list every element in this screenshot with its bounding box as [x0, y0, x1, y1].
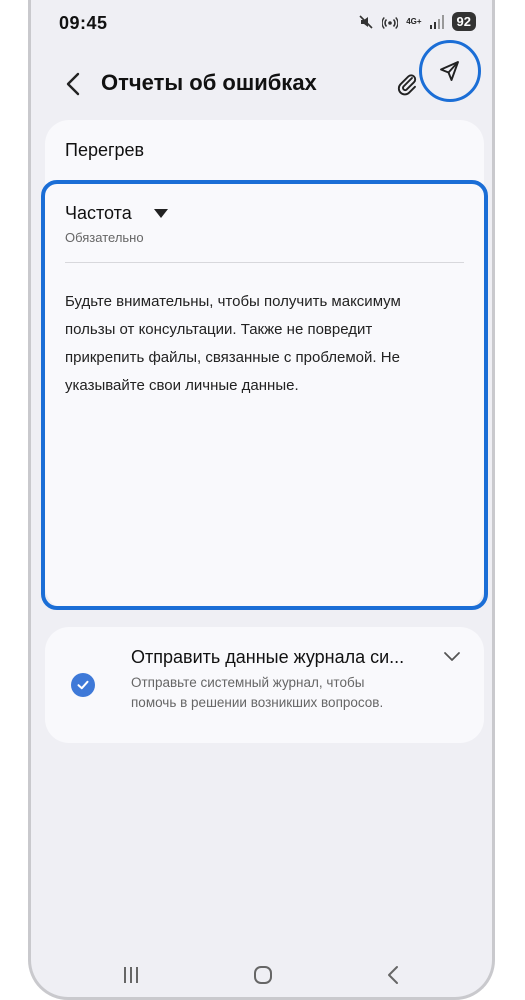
page-title: Отчеты об ошибках	[101, 70, 317, 95]
recents-button[interactable]	[111, 963, 151, 987]
battery-icon: 92	[451, 12, 476, 31]
mute-icon	[358, 14, 374, 30]
signal-icon	[429, 14, 444, 29]
recents-icon	[124, 967, 138, 983]
back-nav-icon	[388, 966, 398, 984]
frequency-label: Частота	[65, 203, 132, 223]
back-icon	[66, 72, 80, 96]
divider	[65, 262, 464, 263]
attach-button[interactable]	[393, 70, 421, 98]
dropdown-arrow-icon	[153, 209, 168, 218]
frequency-dropdown[interactable]: Частота	[65, 203, 168, 224]
status-icons: 4G+ 92	[358, 12, 476, 31]
send-log-description: Отправьте системный журнал, чтобы помочь…	[131, 675, 384, 710]
app-header: Отчеты об ошибках	[31, 40, 492, 116]
frequency-required-label: Обязательно	[65, 230, 144, 245]
system-log-card: Отправить данные журнала си... Отправьте…	[45, 627, 484, 743]
checkmark-icon	[77, 680, 89, 690]
subject-field[interactable]: Перегрев	[65, 140, 144, 161]
home-button[interactable]	[243, 963, 283, 987]
status-bar: 09:45 4G+ 92	[31, 0, 492, 48]
send-log-checkbox[interactable]	[71, 673, 95, 697]
phone-screen: 09:45 4G+ 92 Отчеты об ошибках Перегрев …	[28, 0, 495, 1000]
navigation-bar	[31, 955, 492, 995]
paperclip-icon	[397, 74, 417, 96]
description-field[interactable]: Будьте внимательны, чтобы получить макси…	[65, 288, 445, 400]
send-log-title: Отправить данные журнала си...	[131, 647, 405, 667]
expand-button[interactable]	[440, 647, 464, 667]
network-type-label: 4G+	[406, 16, 422, 26]
hotspot-icon	[382, 14, 399, 30]
chevron-down-icon	[444, 652, 460, 661]
send-button[interactable]	[419, 40, 481, 102]
back-button[interactable]	[61, 70, 85, 98]
send-icon	[440, 61, 459, 81]
home-icon	[254, 966, 272, 984]
back-nav-button[interactable]	[373, 963, 413, 987]
status-time: 09:45	[59, 13, 108, 33]
